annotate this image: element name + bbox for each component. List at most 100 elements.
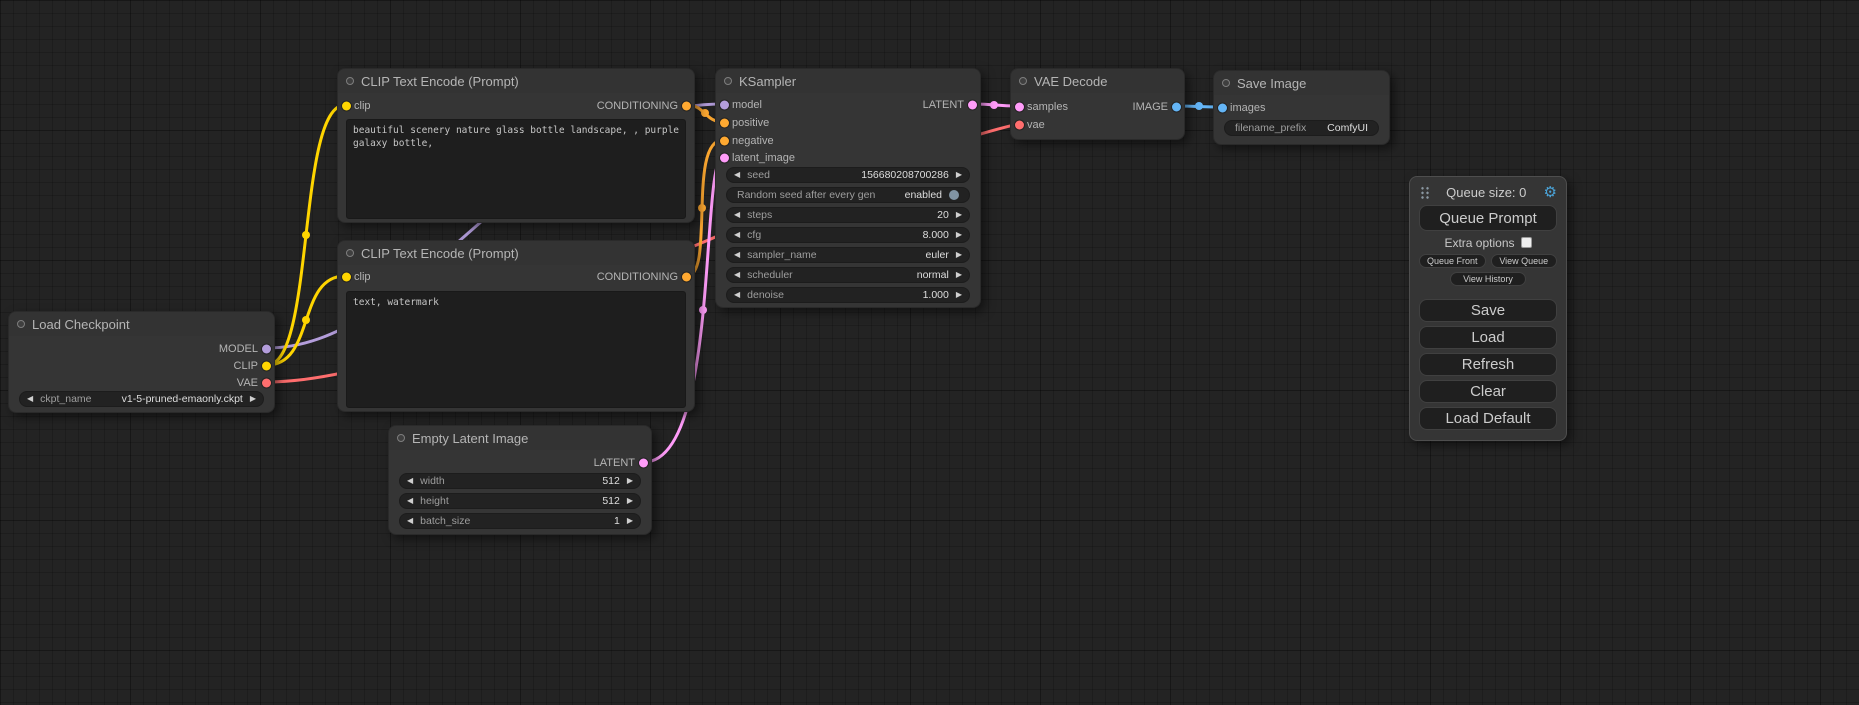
latent-input-port[interactable] [1015, 103, 1024, 112]
load-default-button[interactable]: Load Default [1419, 407, 1557, 430]
image-output-port[interactable] [1172, 103, 1181, 112]
prompt-textarea[interactable]: text, watermark [346, 291, 686, 408]
queue-prompt-button[interactable]: Queue Prompt [1419, 205, 1557, 231]
node-header[interactable]: VAE Decode [1011, 69, 1184, 93]
arrow-right-icon[interactable]: ▶ [250, 395, 256, 403]
node-header[interactable]: CLIP Text Encode (Prompt) [338, 69, 694, 93]
node-ksampler[interactable]: KSampler model positive negative latent_… [715, 68, 981, 308]
arrow-right-icon[interactable]: ▶ [627, 497, 633, 505]
vae-output-port[interactable] [262, 379, 271, 388]
output-image: IMAGE [1133, 99, 1184, 115]
node-header[interactable]: Empty Latent Image [389, 426, 651, 450]
collapse-dot-icon[interactable] [1019, 77, 1027, 85]
node-save-image[interactable]: Save Image images filename_prefix ComfyU… [1213, 70, 1390, 145]
latent-output-port[interactable] [968, 101, 977, 110]
width-widget[interactable]: ◀ width 512 ▶ [399, 473, 641, 489]
output-latent: LATENT [594, 455, 651, 471]
arrow-right-icon[interactable]: ▶ [956, 271, 962, 279]
arrow-right-icon[interactable]: ▶ [627, 517, 633, 525]
node-title: Load Checkpoint [32, 317, 130, 332]
clip-input-port[interactable] [342, 102, 351, 111]
conditioning-input-port[interactable] [720, 119, 729, 128]
link-midpoint-dot [698, 204, 706, 212]
link-midpoint-dot [699, 306, 707, 314]
arrow-left-icon[interactable]: ◀ [407, 517, 413, 525]
node-clip-text-encode-negative[interactable]: CLIP Text Encode (Prompt) clip CONDITION… [337, 240, 695, 412]
vae-input-port[interactable] [1015, 121, 1024, 130]
arrow-right-icon[interactable]: ▶ [956, 291, 962, 299]
clip-output-port[interactable] [262, 362, 271, 371]
wire-clip-to-positive-encoder [267, 105, 345, 365]
arrow-left-icon[interactable]: ◀ [407, 497, 413, 505]
link-midpoint-dot [701, 109, 709, 117]
arrow-left-icon[interactable]: ◀ [734, 231, 740, 239]
node-clip-text-encode-positive[interactable]: CLIP Text Encode (Prompt) clip CONDITION… [337, 68, 695, 223]
denoise-widget[interactable]: ◀ denoise 1.000 ▶ [726, 287, 970, 303]
seed-widget[interactable]: ◀ seed 156680208700286 ▶ [726, 167, 970, 183]
view-queue-button[interactable]: View Queue [1491, 254, 1558, 268]
node-header[interactable]: Save Image [1214, 71, 1389, 95]
random-seed-toggle-widget[interactable]: Random seed after every gen enabled [726, 187, 970, 203]
extra-options-checkbox[interactable] [1521, 237, 1532, 248]
arrow-left-icon[interactable]: ◀ [734, 251, 740, 259]
collapse-dot-icon[interactable] [346, 77, 354, 85]
link-midpoint-dot [990, 101, 998, 109]
conditioning-output-port[interactable] [682, 102, 691, 111]
height-widget[interactable]: ◀ height 512 ▶ [399, 493, 641, 509]
sampler-name-widget[interactable]: ◀ sampler_name euler ▶ [726, 247, 970, 263]
image-input-port[interactable] [1218, 104, 1227, 113]
model-input-port[interactable] [720, 101, 729, 110]
arrow-left-icon[interactable]: ◀ [27, 395, 33, 403]
collapse-dot-icon[interactable] [397, 434, 405, 442]
drag-handle-icon[interactable] [1419, 185, 1429, 199]
node-title: CLIP Text Encode (Prompt) [361, 74, 519, 89]
refresh-button[interactable]: Refresh [1419, 353, 1557, 376]
collapse-dot-icon[interactable] [17, 320, 25, 328]
arrow-right-icon[interactable]: ▶ [627, 477, 633, 485]
collapse-dot-icon[interactable] [1222, 79, 1230, 87]
prompt-textarea[interactable]: beautiful scenery nature glass bottle la… [346, 119, 686, 219]
input-model: model [716, 97, 762, 113]
arrow-left-icon[interactable]: ◀ [734, 171, 740, 179]
scheduler-widget[interactable]: ◀ scheduler normal ▶ [726, 267, 970, 283]
node-header[interactable]: Load Checkpoint [9, 312, 274, 336]
arrow-right-icon[interactable]: ▶ [956, 231, 962, 239]
settings-gear-icon[interactable]: ⚙ [1544, 185, 1557, 200]
model-output-port[interactable] [262, 345, 271, 354]
node-title: KSampler [739, 74, 796, 89]
steps-widget[interactable]: ◀ steps 20 ▶ [726, 207, 970, 223]
output-clip: CLIP [234, 358, 274, 374]
arrow-right-icon[interactable]: ▶ [956, 171, 962, 179]
ckpt-name-widget[interactable]: ◀ ckpt_name v1-5-pruned-emaonly.ckpt ▶ [19, 391, 264, 407]
arrow-left-icon[interactable]: ◀ [734, 211, 740, 219]
cfg-widget[interactable]: ◀ cfg 8.000 ▶ [726, 227, 970, 243]
latent-output-port[interactable] [639, 459, 648, 468]
batch-size-widget[interactable]: ◀ batch_size 1 ▶ [399, 513, 641, 529]
node-graph-canvas[interactable]: Load Checkpoint MODEL CLIP VAE ◀ ckpt_na… [0, 0, 1859, 705]
arrow-right-icon[interactable]: ▶ [956, 211, 962, 219]
arrow-right-icon[interactable]: ▶ [956, 251, 962, 259]
queue-front-button[interactable]: Queue Front [1419, 254, 1486, 268]
node-load-checkpoint[interactable]: Load Checkpoint MODEL CLIP VAE ◀ ckpt_na… [8, 311, 275, 413]
queue-actions-row: Queue Front View Queue [1419, 254, 1557, 268]
save-button[interactable]: Save [1419, 299, 1557, 322]
load-button[interactable]: Load [1419, 326, 1557, 349]
queue-panel-header: Queue size: 0 ⚙ [1419, 183, 1557, 201]
node-header[interactable]: CLIP Text Encode (Prompt) [338, 241, 694, 265]
clip-input-port[interactable] [342, 273, 351, 282]
collapse-dot-icon[interactable] [724, 77, 732, 85]
node-vae-decode[interactable]: VAE Decode samples vae IMAGE [1010, 68, 1185, 140]
conditioning-output-port[interactable] [682, 273, 691, 282]
toggle-dot-icon[interactable] [949, 190, 959, 200]
node-header[interactable]: KSampler [716, 69, 980, 93]
filename-prefix-widget[interactable]: filename_prefix ComfyUI [1224, 120, 1379, 136]
latent-input-port[interactable] [720, 154, 729, 163]
arrow-left-icon[interactable]: ◀ [407, 477, 413, 485]
view-history-button[interactable]: View History [1450, 272, 1526, 286]
arrow-left-icon[interactable]: ◀ [734, 271, 740, 279]
collapse-dot-icon[interactable] [346, 249, 354, 257]
arrow-left-icon[interactable]: ◀ [734, 291, 740, 299]
conditioning-input-port[interactable] [720, 137, 729, 146]
node-empty-latent-image[interactable]: Empty Latent Image LATENT ◀ width 512 ▶ … [388, 425, 652, 535]
clear-button[interactable]: Clear [1419, 380, 1557, 403]
